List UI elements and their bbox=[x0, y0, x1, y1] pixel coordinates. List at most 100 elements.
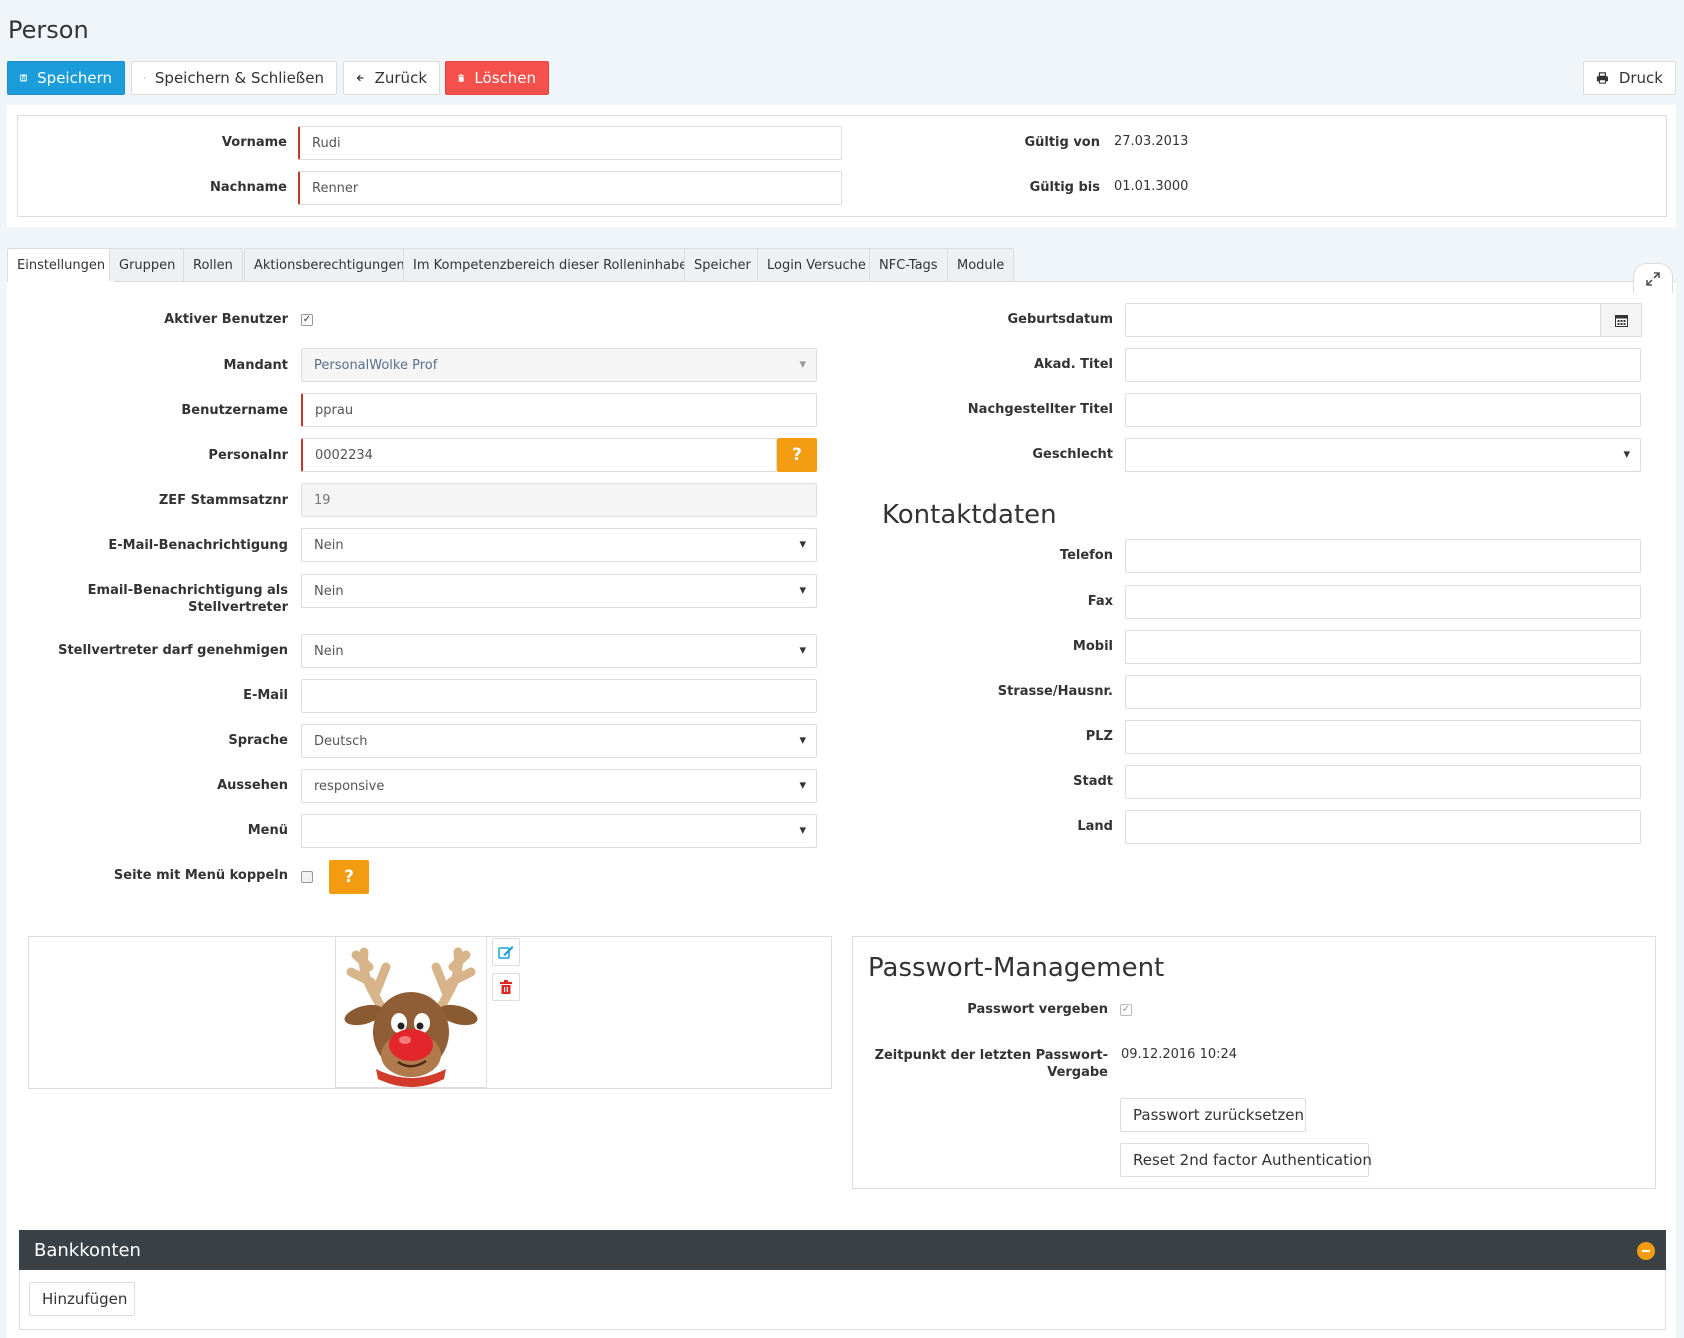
gueltig-von-value: 27.03.2013 bbox=[1114, 134, 1189, 149]
passwort-reset-label: Passwort zurücksetzen bbox=[1133, 1106, 1304, 1124]
save-label: Speichern bbox=[37, 69, 112, 87]
nachgestellter-titel-label: Nachgestellter Titel bbox=[967, 402, 1113, 417]
header-form-box bbox=[17, 115, 1667, 217]
nachname-input[interactable]: Renner bbox=[298, 171, 842, 205]
stellvertreter-genehmigen-label: Stellvertreter darf genehmigen bbox=[58, 643, 288, 658]
tab-aktionsberechtigungen[interactable]: Aktionsberechtigungen bbox=[244, 248, 415, 281]
tab-nfc-tags[interactable]: NFC-Tags bbox=[869, 248, 948, 281]
fax-label: Fax bbox=[1087, 594, 1113, 609]
zeitpunkt-label-line2: Vergabe bbox=[1047, 1065, 1108, 1080]
arrow-left-icon bbox=[356, 74, 364, 82]
email-label: E-Mail bbox=[243, 688, 288, 703]
avatar-edit-button[interactable] bbox=[492, 938, 520, 966]
plz-input[interactable] bbox=[1125, 720, 1641, 754]
mobil-input[interactable] bbox=[1125, 630, 1641, 664]
email-stellvertreter-label-line2: Stellvertreter bbox=[188, 600, 288, 615]
akad-titel-input[interactable] bbox=[1125, 348, 1641, 382]
bankkonten-add-button[interactable]: Hinzufügen bbox=[29, 1282, 135, 1316]
tab-rollen[interactable]: Rollen bbox=[183, 248, 243, 281]
email-stellvertreter-value: Nein bbox=[314, 583, 344, 599]
stellvertreter-genehmigen-select[interactable]: Nein bbox=[301, 634, 817, 668]
zef-label: ZEF Stammsatznr bbox=[158, 493, 288, 508]
back-label: Zurück bbox=[374, 69, 427, 87]
menue-label: Menü bbox=[247, 823, 288, 838]
tab-gruppen[interactable]: Gruppen bbox=[109, 248, 186, 281]
land-label: Land bbox=[1077, 819, 1113, 834]
passwort-reset-button[interactable]: Passwort zurücksetzen bbox=[1120, 1098, 1306, 1132]
telefon-input[interactable] bbox=[1125, 539, 1641, 573]
fax-input[interactable] bbox=[1125, 585, 1641, 619]
email-stellvertreter-select[interactable]: Nein bbox=[301, 574, 817, 608]
zeitpunkt-value: 09.12.2016 10:24 bbox=[1121, 1047, 1238, 1062]
benutzername-input[interactable]: pprau bbox=[301, 393, 817, 427]
save-close-label: Speichern & Schließen bbox=[154, 69, 324, 87]
sprache-label: Sprache bbox=[228, 733, 288, 748]
calendar-icon bbox=[1614, 314, 1628, 327]
print-label: Druck bbox=[1618, 69, 1663, 87]
aktiver-benutzer-checkbox[interactable]: ✓ bbox=[301, 314, 313, 326]
vorname-label: Vorname bbox=[221, 135, 287, 150]
mandant-value: PersonalWolke Prof bbox=[314, 357, 438, 373]
bankkonten-add-label: Hinzufügen bbox=[42, 1290, 128, 1308]
tab-einstellungen[interactable]: Einstellungen bbox=[7, 248, 116, 282]
benutzername-label: Benutzername bbox=[181, 403, 288, 418]
nachgestellter-titel-input[interactable] bbox=[1125, 393, 1641, 427]
save-close-button[interactable]: Speichern & Schließen bbox=[131, 61, 337, 95]
passwort-vergeben-checkbox[interactable]: ✓ bbox=[1120, 1004, 1132, 1016]
geschlecht-select[interactable] bbox=[1125, 438, 1641, 472]
aussehen-select[interactable]: responsive bbox=[301, 769, 817, 803]
menue-select[interactable] bbox=[301, 814, 817, 848]
delete-button[interactable]: Löschen bbox=[445, 61, 549, 95]
reset-2fa-label: Reset 2nd factor Authentication bbox=[1133, 1151, 1372, 1169]
geschlecht-label: Geschlecht bbox=[1032, 447, 1113, 462]
calendar-button[interactable] bbox=[1600, 303, 1642, 337]
mandant-label: Mandant bbox=[223, 358, 288, 373]
seite-koppeln-checkbox[interactable] bbox=[301, 871, 313, 883]
mandant-select[interactable]: PersonalWolke Prof bbox=[301, 348, 817, 382]
save-icon bbox=[20, 74, 28, 82]
bankkonten-title: Bankkonten bbox=[34, 1240, 141, 1261]
tab-kompetenzbereich[interactable]: Im Kompetenzbereich dieser Rolleninhaber bbox=[403, 248, 703, 281]
personalnr-input[interactable]: 0002234 bbox=[301, 438, 777, 472]
land-input[interactable] bbox=[1125, 810, 1641, 844]
tab-module[interactable]: Module bbox=[947, 248, 1015, 281]
avatar bbox=[335, 936, 487, 1088]
aktiver-benutzer-label: Aktiver Benutzer bbox=[164, 312, 288, 327]
vorname-input[interactable]: Rudi bbox=[298, 126, 842, 160]
akad-titel-label: Akad. Titel bbox=[1033, 357, 1113, 372]
zeitpunkt-label-line1: Zeitpunkt der letzten Passwort- bbox=[874, 1048, 1108, 1063]
aussehen-value: responsive bbox=[314, 778, 385, 794]
expand-button[interactable] bbox=[1633, 263, 1673, 293]
stellvertreter-genehmigen-value: Nein bbox=[314, 643, 344, 659]
email-stellvertreter-label-line1: Email-Benachrichtigung als bbox=[87, 583, 288, 598]
tab-speicher[interactable]: Speicher bbox=[684, 248, 761, 281]
archive-icon bbox=[144, 77, 145, 79]
geburtsdatum-input[interactable] bbox=[1125, 303, 1601, 337]
email-benachrichtigung-value: Nein bbox=[314, 537, 344, 553]
mobil-label: Mobil bbox=[1072, 639, 1113, 654]
reset-2fa-button[interactable]: Reset 2nd factor Authentication bbox=[1120, 1143, 1372, 1177]
sprache-value: Deutsch bbox=[314, 733, 368, 749]
email-benachrichtigung-label: E-Mail-Benachrichtigung bbox=[108, 538, 288, 553]
print-icon bbox=[1596, 72, 1608, 84]
zef-input[interactable]: 19 bbox=[301, 483, 817, 517]
save-button[interactable]: Speichern bbox=[7, 61, 125, 95]
sprache-select[interactable]: Deutsch bbox=[301, 724, 817, 758]
back-button[interactable]: Zurück bbox=[343, 61, 440, 95]
seite-koppeln-help-button[interactable]: ? bbox=[329, 860, 369, 894]
personalnr-help-button[interactable]: ? bbox=[777, 438, 817, 472]
print-button[interactable]: Druck bbox=[1583, 61, 1676, 95]
email-benachrichtigung-select[interactable]: Nein bbox=[301, 528, 817, 562]
bankkonten-header bbox=[19, 1230, 1666, 1270]
strasse-input[interactable] bbox=[1125, 675, 1641, 709]
aussehen-label: Aussehen bbox=[217, 778, 288, 793]
seite-koppeln-label: Seite mit Menü koppeln bbox=[113, 868, 288, 883]
plz-label: PLZ bbox=[1085, 729, 1113, 744]
email-input[interactable] bbox=[301, 679, 817, 713]
avatar-delete-button[interactable] bbox=[492, 973, 520, 1001]
bankkonten-collapse-button[interactable] bbox=[1637, 1242, 1655, 1260]
tab-login-versuche[interactable]: Login Versuche bbox=[757, 248, 876, 281]
trash-icon bbox=[500, 980, 512, 994]
stadt-input[interactable] bbox=[1125, 765, 1641, 799]
passwort-vergeben-label: Passwort vergeben bbox=[967, 1002, 1108, 1017]
